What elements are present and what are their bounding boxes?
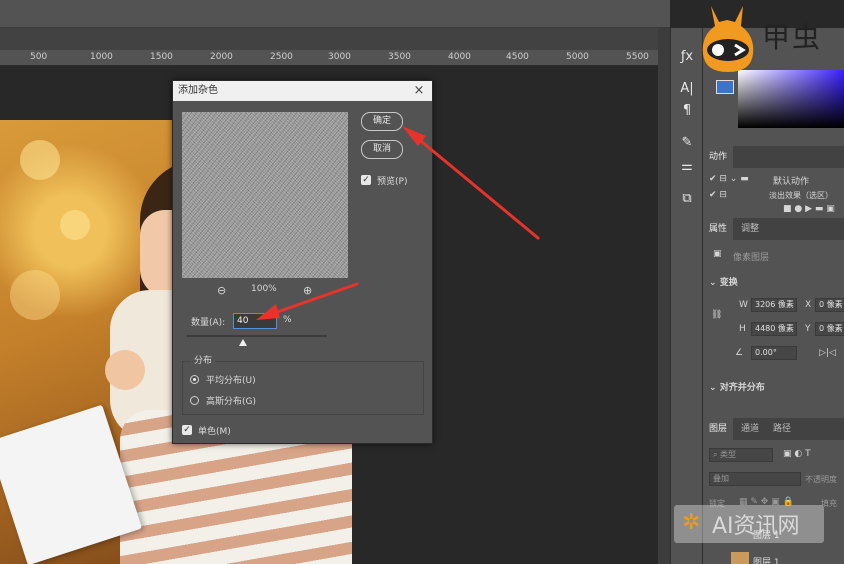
- dialog-title: 添加杂色: [173, 81, 432, 101]
- link-icon[interactable]: ⛓: [711, 310, 722, 320]
- clone-source-icon[interactable]: ⧉: [675, 188, 699, 210]
- tab-layers[interactable]: 图层: [703, 418, 734, 440]
- layer-name[interactable]: 图层 1: [753, 555, 780, 564]
- amount-unit: %: [283, 315, 292, 325]
- zoom-out-icon[interactable]: ⊖: [217, 284, 226, 297]
- filter-icons[interactable]: ▣ ◐ T: [783, 449, 811, 459]
- monochromatic-label: 单色(M): [198, 427, 231, 437]
- character-icon[interactable]: A|: [675, 78, 699, 100]
- angle-field[interactable]: 0.00°: [751, 346, 797, 360]
- blend-mode-select[interactable]: 叠加: [709, 472, 801, 486]
- opacity-label: 不透明度: [805, 475, 837, 484]
- cancel-button[interactable]: 取消: [361, 140, 403, 159]
- properties-tabbar: 属性 调整: [703, 218, 844, 240]
- ruler-mark: 2000: [210, 52, 233, 62]
- ruler-mark: 1500: [150, 52, 173, 62]
- y-field[interactable]: 0 像素: [815, 322, 844, 336]
- foreground-color-swatch[interactable]: [716, 80, 734, 94]
- brush-settings-icon[interactable]: ✎: [675, 132, 699, 154]
- x-field[interactable]: 0 像素: [815, 298, 844, 312]
- ruler-mark: 1000: [90, 52, 113, 62]
- height-field[interactable]: 4480 像素: [751, 322, 797, 336]
- panel-collapse-strip[interactable]: [658, 28, 670, 564]
- height-label: H: [739, 324, 746, 334]
- layer-thumbnail[interactable]: [731, 552, 749, 564]
- tab-properties[interactable]: 属性: [703, 218, 734, 240]
- ruler-mark: 500: [30, 52, 48, 62]
- hand-shape: [105, 350, 145, 390]
- ruler-mark: 4500: [506, 52, 529, 62]
- action-controls-icons[interactable]: ■ ● ▶ ▬ ▣: [783, 204, 835, 214]
- styles-fx-icon[interactable]: ƒx: [675, 46, 699, 68]
- layers-tabbar: 图层 通道 路径: [703, 418, 844, 440]
- tab-channels[interactable]: 通道: [735, 418, 765, 440]
- gaussian-radio[interactable]: [190, 396, 199, 405]
- actions-tabbar: 动作: [703, 146, 844, 168]
- watermark-flower-icon: ✲: [682, 510, 701, 535]
- tab-adjustments[interactable]: 调整: [735, 218, 765, 240]
- paragraph-icon[interactable]: ¶: [675, 100, 699, 122]
- zoom-level: 100%: [251, 284, 277, 294]
- horizontal-ruler: 500 1000 1500 2000 2500 3000 3500 4000 4…: [0, 50, 660, 66]
- pixel-layer-icon: ▣: [713, 249, 722, 259]
- angle-icon: ∠: [735, 348, 744, 358]
- width-label: W: [739, 300, 748, 310]
- flip-icon[interactable]: ▷|◁: [819, 348, 836, 358]
- options-bar: [0, 0, 670, 28]
- ruler-mark: 3000: [328, 52, 351, 62]
- preview-checkbox[interactable]: ✓: [361, 175, 371, 185]
- amount-slider-thumb[interactable]: [239, 339, 247, 346]
- ruler-mark: 4000: [448, 52, 471, 62]
- transform-label: 变换: [719, 278, 738, 288]
- ruler-mark: 5500: [626, 52, 649, 62]
- ruler-mark: 5000: [566, 52, 589, 62]
- tab-paths[interactable]: 路径: [767, 418, 797, 440]
- panel-icon-column: ƒx A| ¶ ✎ ⚌ ⧉: [670, 28, 702, 564]
- ok-button[interactable]: 确定: [361, 112, 403, 131]
- check-icon[interactable]: ✔ ⊟ ⌄ ▬: [709, 174, 749, 184]
- adjust-sliders-icon[interactable]: ⚌: [675, 156, 699, 178]
- y-label: Y: [805, 324, 811, 334]
- align-label: 对齐并分布: [719, 383, 765, 393]
- action-item-fade[interactable]: 淡出效果（选区）: [769, 190, 833, 201]
- document-tab-bar: [0, 28, 670, 50]
- gaussian-label: 高斯分布(G): [206, 397, 256, 407]
- ruler-mark: 3500: [388, 52, 411, 62]
- monochromatic-checkbox[interactable]: ✓: [182, 425, 192, 435]
- zoom-in-icon[interactable]: ⊕: [303, 284, 312, 297]
- amount-input[interactable]: 40: [233, 313, 277, 329]
- check-icon[interactable]: ✔ ⊟: [709, 190, 727, 200]
- x-label: X: [805, 300, 812, 310]
- pixel-layer-label: 像素图层: [733, 253, 770, 263]
- beetle-logo-icon: [702, 6, 754, 72]
- action-set-default[interactable]: 默认动作: [773, 174, 809, 187]
- close-icon[interactable]: ×: [412, 81, 426, 101]
- uniform-radio[interactable]: [190, 375, 199, 384]
- amount-label: 数量(A):: [191, 318, 226, 328]
- uniform-label: 平均分布(U): [206, 376, 256, 386]
- distribution-label: 分布: [191, 353, 216, 366]
- add-noise-dialog: 添加杂色 × ⊖ 100% ⊕ 确定 取消 ✓ 预览(P) 数量(A): 40 …: [172, 80, 433, 444]
- logo-text: 甲虫: [762, 21, 823, 54]
- width-field[interactable]: 3206 像素: [751, 298, 797, 312]
- amount-slider-track[interactable]: [187, 335, 327, 337]
- color-picker-field[interactable]: [738, 70, 844, 128]
- ruler-mark: 2500: [270, 52, 293, 62]
- layer-kind-filter[interactable]: ⌕ 类型: [709, 448, 773, 462]
- watermark-text: AI资讯网: [712, 514, 800, 539]
- align-header[interactable]: ⌄ 对齐并分布: [709, 380, 765, 393]
- preview-label: 预览(P): [377, 177, 408, 187]
- tab-actions[interactable]: 动作: [703, 146, 734, 168]
- kind-label: 类型: [720, 450, 737, 459]
- noise-preview[interactable]: [182, 112, 348, 278]
- transform-header[interactable]: ⌄ 变换: [709, 275, 738, 288]
